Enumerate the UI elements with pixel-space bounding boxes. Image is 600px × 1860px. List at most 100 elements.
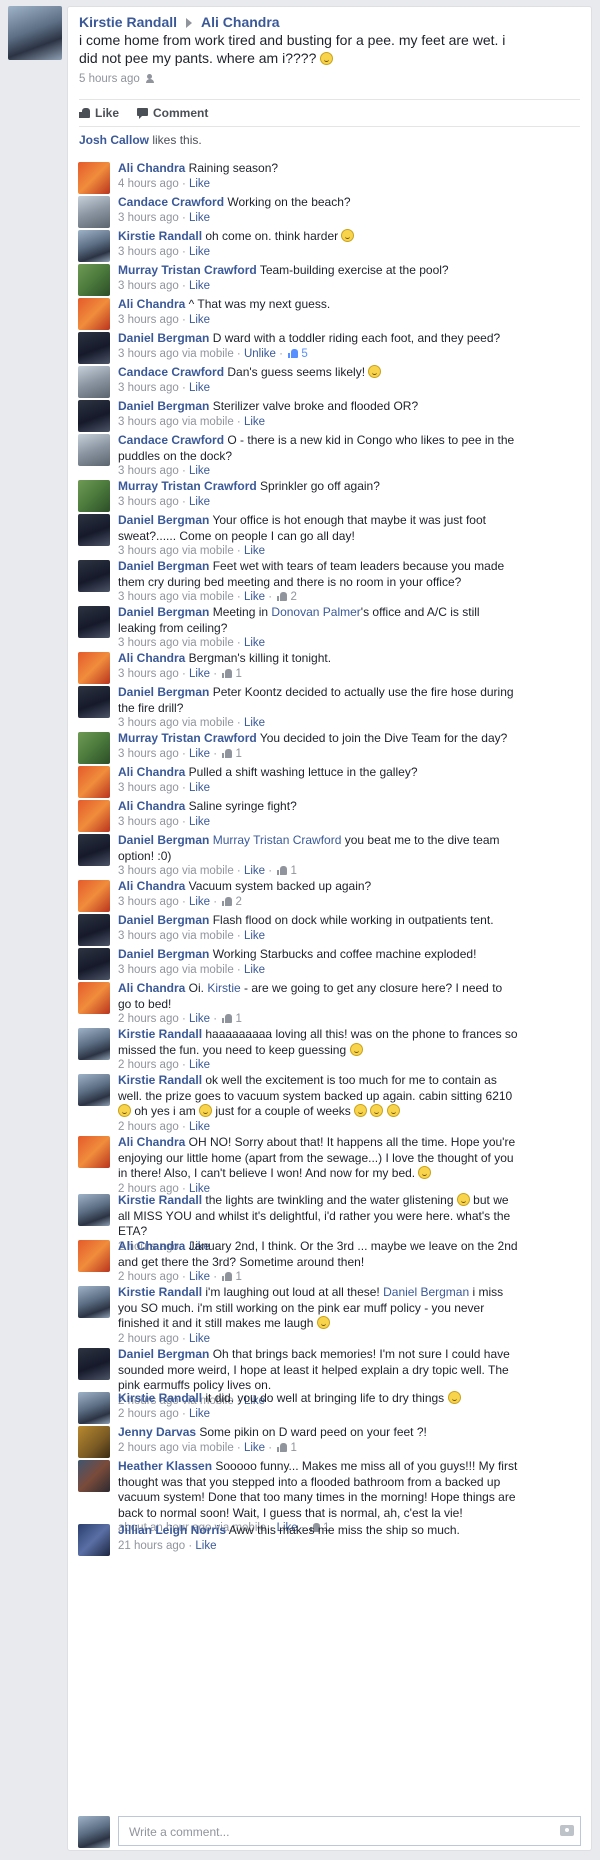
comment-timestamp[interactable]: 2 hours ago (118, 1408, 179, 1420)
commenter-avatar[interactable] (78, 606, 110, 638)
comment-like-count[interactable]: 1 (220, 668, 242, 680)
comment-author[interactable]: Heather Klassen (118, 1459, 212, 1473)
comment-author[interactable]: Murray Tristan Crawford (118, 263, 257, 277)
like-link[interactable]: Like (189, 496, 210, 508)
comment-timestamp[interactable]: 3 hours ago (118, 930, 179, 942)
comment-timestamp[interactable]: 3 hours ago (118, 496, 179, 508)
like-link[interactable]: Like (189, 1408, 210, 1420)
commenter-avatar[interactable] (78, 1074, 110, 1106)
like-link[interactable]: Like (244, 964, 265, 976)
comment-author[interactable]: Daniel Bergman (118, 331, 209, 345)
comment-timestamp[interactable]: 3 hours ago (118, 416, 179, 428)
commenter-avatar[interactable] (78, 514, 110, 546)
like-link[interactable]: Like (189, 782, 210, 794)
commenter-avatar[interactable] (78, 434, 110, 466)
comment-author[interactable]: Kirstie Randall (118, 1073, 202, 1087)
commenter-avatar[interactable] (78, 1460, 110, 1492)
comment-like-count[interactable]: 2 (220, 896, 242, 908)
comment-author[interactable]: Ali Chandra (118, 879, 185, 893)
like-link[interactable]: Like (189, 178, 210, 190)
comment-timestamp[interactable]: 3 hours ago (118, 212, 179, 224)
comment-author[interactable]: Murray Tristan Crawford (118, 479, 257, 493)
commenter-avatar[interactable] (78, 1136, 110, 1168)
like-link[interactable]: Like (189, 748, 210, 760)
post-author-link[interactable]: Kirstie Randall (79, 14, 177, 30)
comment-author[interactable]: Daniel Bergman (118, 913, 209, 927)
comment-timestamp[interactable]: 3 hours ago (118, 748, 179, 760)
commenter-avatar[interactable] (78, 1348, 110, 1380)
commenter-avatar[interactable] (78, 1240, 110, 1272)
like-link[interactable]: Like (189, 280, 210, 292)
comment-author[interactable]: Daniel Bergman (118, 833, 209, 847)
comment-author[interactable]: Kirstie Randall (118, 229, 202, 243)
comment-author[interactable]: Candace Crawford (118, 365, 224, 379)
comment-author[interactable]: Daniel Bergman (118, 513, 209, 527)
commenter-avatar[interactable] (78, 560, 110, 592)
comment-timestamp[interactable]: 3 hours ago (118, 314, 179, 326)
friends-icon[interactable] (145, 74, 158, 84)
comment-author[interactable]: Daniel Bergman (118, 559, 209, 573)
comment-timestamp[interactable]: 21 hours ago (118, 1540, 185, 1552)
comment-author[interactable]: Ali Chandra (118, 1239, 185, 1253)
mention-link[interactable]: Murray Tristan Crawford (213, 833, 342, 847)
comment-timestamp[interactable]: 4 hours ago (118, 178, 179, 190)
comment-author[interactable]: Kirstie Randall (118, 1193, 202, 1207)
like-link[interactable]: Like (244, 1442, 265, 1454)
like-link[interactable]: Like (189, 212, 210, 224)
commenter-avatar[interactable] (78, 1028, 110, 1060)
comment-author[interactable]: Ali Chandra (118, 1135, 185, 1149)
like-link[interactable]: Like (189, 314, 210, 326)
like-link[interactable]: Like (189, 668, 210, 680)
like-link[interactable]: Like (244, 930, 265, 942)
comment-like-count[interactable]: 5 (286, 348, 308, 360)
comment-author[interactable]: Candace Crawford (118, 195, 224, 209)
comment-timestamp[interactable]: 2 hours ago (118, 1442, 179, 1454)
mention-link[interactable]: Daniel Bergman (383, 1285, 469, 1299)
comment-timestamp[interactable]: 3 hours ago (118, 964, 179, 976)
comment-author[interactable]: Kirstie Randall (118, 1391, 202, 1405)
like-button[interactable]: Like (79, 106, 119, 120)
comment-timestamp[interactable]: 3 hours ago (118, 280, 179, 292)
comment-like-count[interactable]: 1 (220, 748, 242, 760)
like-link[interactable]: Like (189, 382, 210, 394)
comment-author[interactable]: Daniel Bergman (118, 947, 209, 961)
comment-author[interactable]: Ali Chandra (118, 297, 185, 311)
like-link[interactable]: Like (195, 1540, 216, 1552)
comment-author[interactable]: Kirstie Randall (118, 1285, 202, 1299)
comment-author[interactable]: Jenny Darvas (118, 1425, 196, 1439)
comment-author[interactable]: Candace Crawford (118, 433, 224, 447)
unlike-link[interactable]: Unlike (244, 348, 276, 360)
comment-timestamp[interactable]: 3 hours ago (118, 348, 179, 360)
comment-author[interactable]: Daniel Bergman (118, 685, 209, 699)
comment-button[interactable]: Comment (137, 106, 208, 120)
mention-link[interactable]: Donovan Palmer (271, 605, 360, 619)
comment-timestamp[interactable]: 3 hours ago (118, 896, 179, 908)
like-link[interactable]: Like (244, 416, 265, 428)
comment-author[interactable]: Daniel Bergman (118, 1347, 209, 1361)
comment-author[interactable]: Ali Chandra (118, 161, 185, 175)
comment-timestamp[interactable]: 3 hours ago (118, 668, 179, 680)
comment-author[interactable]: Daniel Bergman (118, 399, 209, 413)
comment-input[interactable] (127, 1818, 531, 1846)
comment-timestamp[interactable]: 3 hours ago (118, 382, 179, 394)
post-target-link[interactable]: Ali Chandra (201, 14, 280, 30)
commenter-avatar[interactable] (78, 686, 110, 718)
commenter-avatar[interactable] (78, 1194, 110, 1226)
commenter-avatar[interactable] (78, 1524, 110, 1556)
commenter-avatar[interactable] (78, 982, 110, 1014)
comment-like-count[interactable]: 1 (275, 1442, 297, 1454)
camera-icon[interactable] (560, 1825, 574, 1836)
comment-author[interactable]: Ali Chandra (118, 981, 185, 995)
post-author-avatar[interactable] (8, 6, 62, 60)
comment-author[interactable]: Ali Chandra (118, 799, 185, 813)
commenter-avatar[interactable] (78, 834, 110, 866)
like-link[interactable]: Like (189, 896, 210, 908)
write-comment-box[interactable] (118, 1816, 581, 1846)
comment-author[interactable]: Jillian Leigh Norris (118, 1523, 226, 1537)
mention-link[interactable]: Kirstie (207, 981, 240, 995)
like-link[interactable]: Like (189, 246, 210, 258)
comment-timestamp[interactable]: 3 hours ago (118, 816, 179, 828)
comment-timestamp[interactable]: 3 hours ago (118, 246, 179, 258)
comment-author[interactable]: Ali Chandra (118, 651, 185, 665)
like-link[interactable]: Like (189, 816, 210, 828)
